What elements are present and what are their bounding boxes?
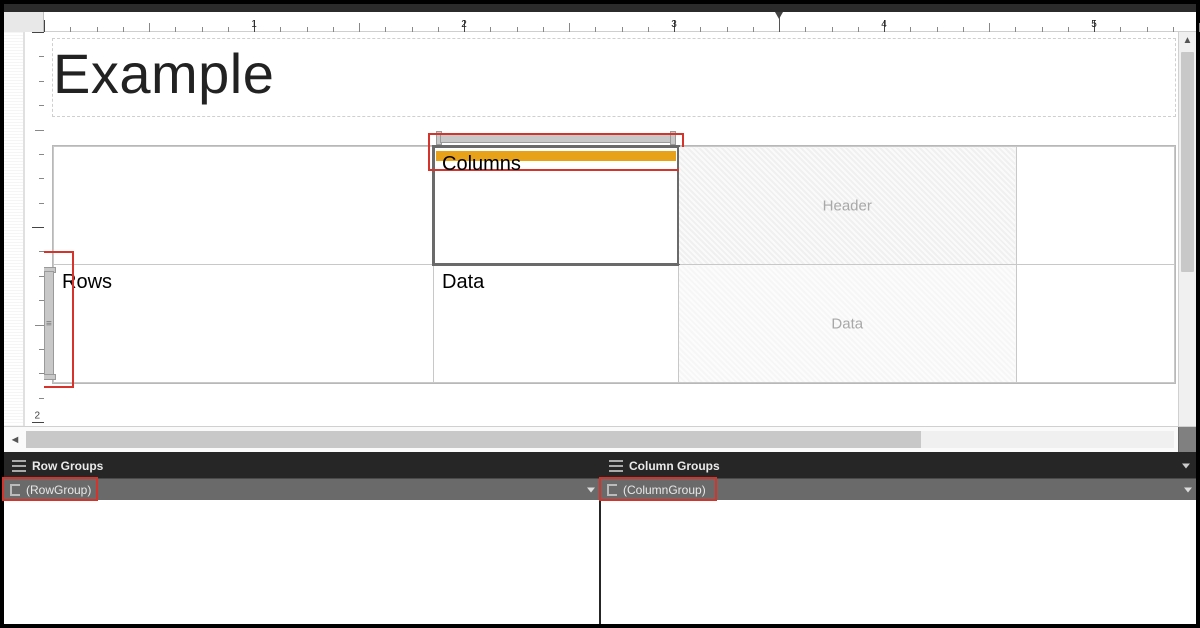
row-group-cell-label: Rows: [62, 271, 112, 293]
ruler-marker-icon[interactable]: [779, 12, 780, 32]
scroll-up-icon[interactable]: ▲: [1179, 32, 1196, 50]
data-cell-label: Data: [442, 271, 484, 293]
report-body[interactable]: Example Columns: [52, 38, 1176, 426]
grid-icon: [12, 460, 26, 472]
tablix-corner-cell[interactable]: [54, 147, 434, 265]
tablix[interactable]: Columns Header ≡: [52, 145, 1176, 384]
window-frame: 12345 2 Example: [0, 0, 1200, 628]
outer-header-label: Header: [823, 197, 872, 214]
row-group-item[interactable]: (RowGroup): [4, 478, 599, 500]
ruler-ticks: 12345: [44, 12, 1178, 32]
scroll-left-icon[interactable]: ◄: [6, 431, 24, 449]
grid-icon: [609, 460, 623, 472]
scrollbar-corner: [1178, 427, 1196, 453]
column-group-item[interactable]: (ColumnGroup): [601, 478, 1196, 500]
vertical-scroll-thumb[interactable]: [1181, 52, 1194, 272]
row-group-handle-icon[interactable]: ≡: [44, 265, 58, 382]
tablix-extra-header-cell[interactable]: [1016, 147, 1174, 265]
row-groups-header[interactable]: Row Groups: [4, 454, 599, 478]
horizontal-scroll-thumb[interactable]: [26, 431, 921, 448]
horizontal-scroll-track[interactable]: [26, 431, 1174, 448]
group-bracket-icon: [10, 484, 20, 496]
dropdown-arrow-icon[interactable]: [1184, 487, 1192, 492]
group-bracket-icon: [607, 484, 617, 496]
tablix-data-cell[interactable]: Data: [434, 265, 679, 383]
vruler-margin-strip: [4, 32, 24, 452]
grouping-pane: Row Groups (RowGroup) Column Groups (Col…: [4, 452, 1196, 624]
column-groups-body[interactable]: [601, 500, 1196, 624]
column-group-cell-label: Columns: [442, 153, 521, 175]
row-groups-panel: Row Groups (RowGroup): [4, 454, 599, 624]
report-title-textbox[interactable]: Example: [52, 38, 1176, 117]
vertical-ruler[interactable]: 2: [4, 32, 44, 452]
horizontal-ruler[interactable]: 12345: [4, 12, 1196, 32]
design-surface[interactable]: Example Columns: [44, 32, 1178, 426]
column-groups-panel: Column Groups (ColumnGroup): [599, 454, 1196, 624]
outer-data-label: Data: [831, 315, 863, 332]
column-group-handle-icon[interactable]: [434, 129, 678, 147]
column-groups-header[interactable]: Column Groups: [601, 454, 1196, 478]
tablix-outer-data-cell[interactable]: Data: [678, 265, 1016, 383]
row-groups-body[interactable]: [4, 500, 599, 624]
ruler-corner: [4, 12, 44, 32]
tablix-row-group-cell[interactable]: ≡ Rows: [54, 265, 434, 383]
vruler-ticks: 2: [24, 32, 44, 452]
panel-menu-arrow-icon[interactable]: [1182, 464, 1190, 469]
row-group-item-label: (RowGroup): [26, 483, 91, 497]
vertical-scrollbar[interactable]: ▲: [1178, 32, 1196, 426]
tablix-column-group-cell[interactable]: Columns: [434, 147, 679, 265]
titlebar-strip: [4, 4, 1196, 12]
column-group-item-label: (ColumnGroup): [623, 483, 706, 497]
report-title-text: Example: [53, 42, 274, 105]
tablix-extra-data-cell[interactable]: [1016, 265, 1174, 383]
dropdown-arrow-icon[interactable]: [587, 487, 595, 492]
row-groups-title: Row Groups: [32, 459, 103, 473]
tablix-outer-header-cell[interactable]: Header: [678, 147, 1016, 265]
horizontal-scrollbar[interactable]: ◄ ►: [4, 426, 1196, 452]
column-groups-title: Column Groups: [629, 459, 720, 473]
